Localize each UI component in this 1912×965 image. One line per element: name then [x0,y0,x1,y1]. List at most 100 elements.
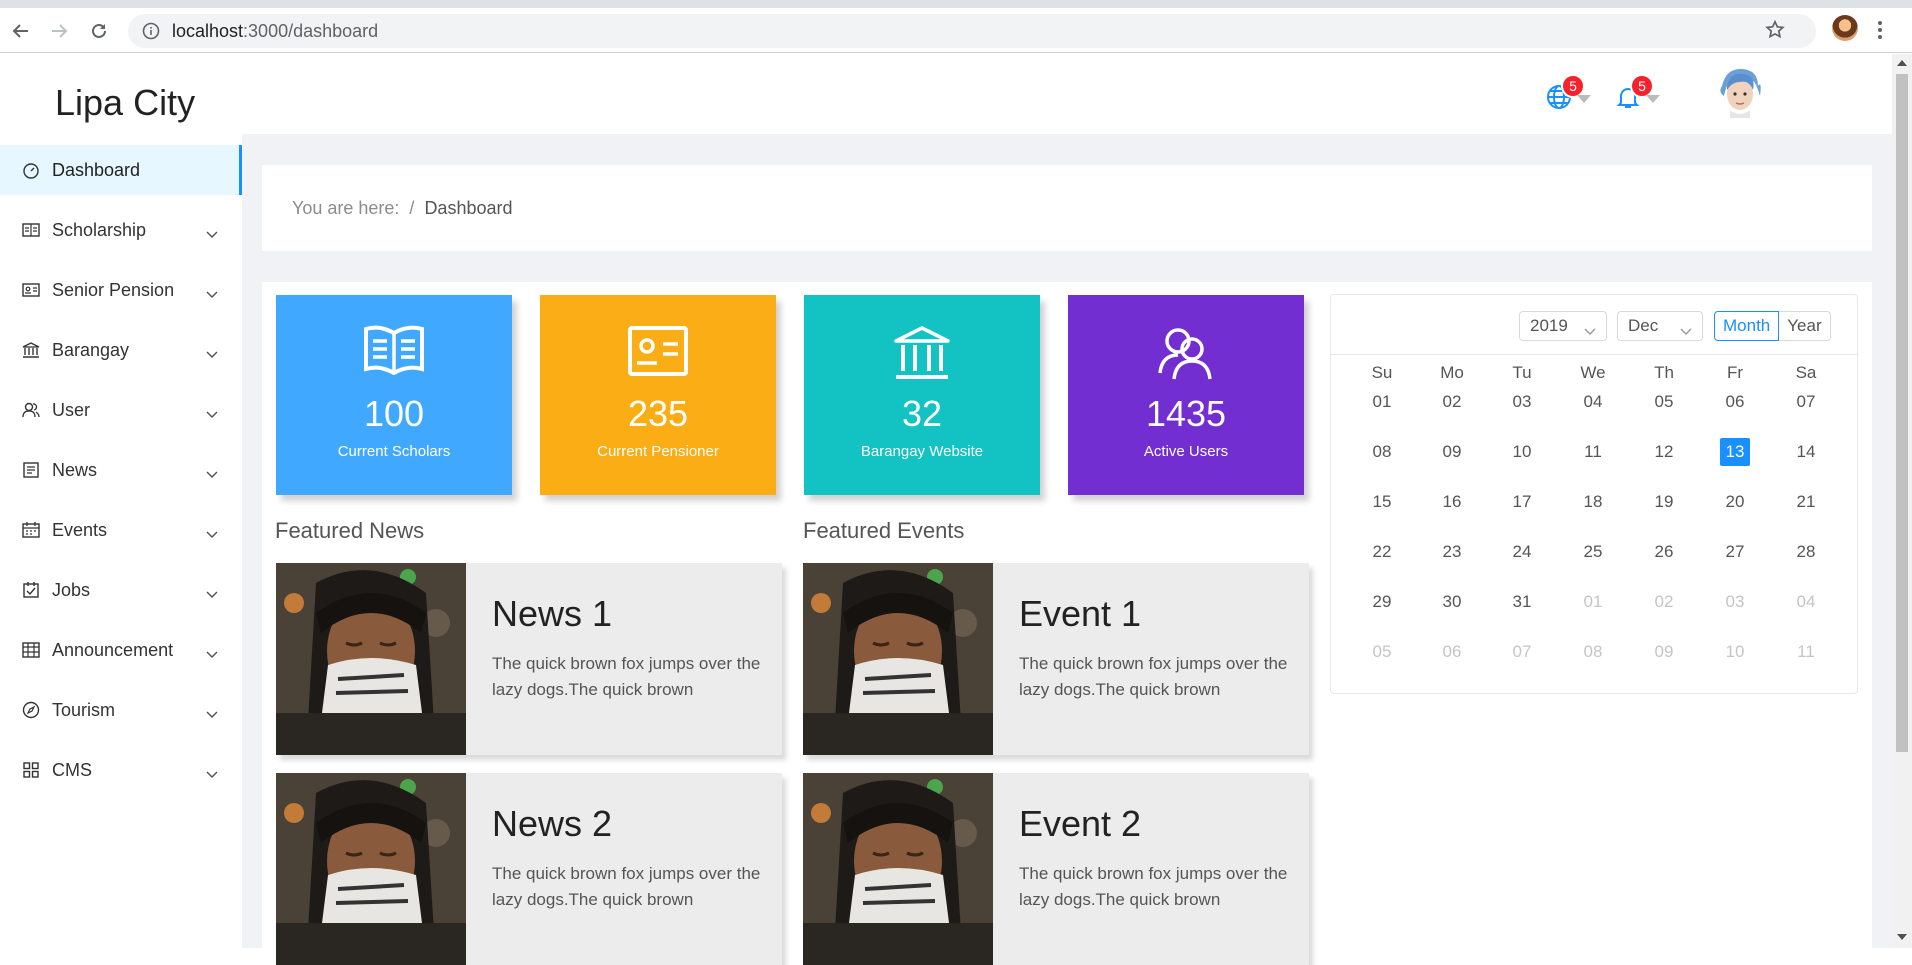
year-select[interactable]: 2019 [1519,311,1607,341]
chevron-down-icon [1584,321,1596,341]
calendar-day[interactable]: 18 [1578,488,1608,516]
calendar-day[interactable]: 01 [1578,588,1608,616]
calendar-day[interactable]: 03 [1507,388,1537,416]
page-scrollbar[interactable] [1892,54,1912,948]
sidebar-item-barangay[interactable]: Barangay [0,325,242,375]
news-card-2[interactable]: News 2 The quick brown fox jumps over th… [276,773,782,965]
scroll-up-icon[interactable] [1897,60,1907,66]
calendar-day[interactable]: 30 [1437,588,1467,616]
calendar-weekday: Fr [1726,363,1744,382]
user-avatar[interactable] [1716,66,1764,118]
event-image [803,563,993,755]
calendar-day[interactable]: 10 [1507,438,1537,466]
calendar-day[interactable]: 31 [1507,588,1537,616]
calendar-day[interactable]: 27 [1720,538,1750,566]
calendar-weekday: We [1580,363,1606,382]
bell-caret-icon[interactable] [1646,95,1660,103]
calendar-day[interactable]: 05 [1649,388,1679,416]
scroll-down-icon[interactable] [1897,934,1907,940]
calendar-day[interactable]: 06 [1720,388,1750,416]
calendar-day[interactable]: 02 [1437,388,1467,416]
grid-icon [22,761,40,779]
calendar-day[interactable]: 20 [1720,488,1750,516]
address-bar[interactable]: localhost:3000/dashboard [128,14,1816,48]
sidebar-item-label: Events [52,519,108,540]
sidebar-item-label: News [52,459,98,480]
calendar-day[interactable]: 10 [1720,638,1750,666]
calendar-day[interactable]: 03 [1720,588,1750,616]
stat-card-barangay[interactable]: 32 Barangay Website [804,295,1040,495]
calendar-day[interactable]: 06 [1437,638,1467,666]
month-select-value: Dec [1628,316,1659,335]
calendar-day[interactable]: 21 [1791,488,1821,516]
sidebar-item-events[interactable]: Events [0,505,242,555]
calendar-day[interactable]: 12 [1649,438,1679,466]
calendar-day[interactable]: 23 [1437,538,1467,566]
sidebar-item-user[interactable]: User [0,385,242,435]
app-header: Lipa City 5 5 [0,54,1892,134]
jobs-icon [22,581,40,599]
calendar-day[interactable]: 01 [1367,388,1397,416]
stat-card-active-users[interactable]: 1435 Active Users [1068,295,1304,495]
info-icon[interactable] [142,22,160,40]
bank-icon [893,325,951,386]
calendar-day[interactable]: 28 [1791,538,1821,566]
sidebar-item-announcement[interactable]: Announcement [0,625,242,675]
calendar-day[interactable]: 26 [1649,538,1679,566]
calendar-day[interactable]: 05 [1367,638,1397,666]
reload-icon [92,23,106,38]
forward-button[interactable] [46,18,72,44]
calendar-day[interactable]: 04 [1791,588,1821,616]
scrollbar-thumb[interactable] [1896,74,1908,752]
sidebar-item-jobs[interactable]: Jobs [0,565,242,615]
calendar-day[interactable]: 24 [1507,538,1537,566]
calendar-day[interactable]: 25 [1578,538,1608,566]
bookmark-star-icon[interactable] [1764,19,1786,46]
stat-card-scholars[interactable]: 100 Current Scholars [276,295,512,495]
calendar-weekday: Sa [1795,363,1817,382]
sidebar-item-tourism[interactable]: Tourism [0,685,242,735]
calendar-day[interactable]: 29 [1367,588,1397,616]
event-title: Event 2 [1019,803,1142,844]
browser-profile-avatar[interactable] [1832,15,1858,41]
back-button[interactable] [8,18,34,44]
mode-month-button[interactable]: Month [1714,311,1780,341]
calendar-day[interactable]: 02 [1649,588,1679,616]
calendar-day[interactable]: 07 [1791,388,1821,416]
calendar-day-selected[interactable]: 13 [1720,438,1750,466]
globe-caret-icon[interactable] [1577,95,1591,103]
browser-menu-icon[interactable] [1878,21,1884,42]
mode-year-button[interactable]: Year [1779,311,1831,341]
calendar-day[interactable]: 16 [1437,488,1467,516]
browser-toolbar: localhost:3000/dashboard [0,8,1912,53]
calendar-day[interactable]: 15 [1367,488,1397,516]
chevron-down-icon [206,643,218,664]
calendar-day[interactable]: 08 [1367,438,1397,466]
calendar-day[interactable]: 17 [1507,488,1537,516]
calendar-day[interactable]: 11 [1791,638,1821,666]
calendar-day[interactable]: 08 [1578,638,1608,666]
sidebar-item-dashboard[interactable]: Dashboard [0,145,242,195]
chevron-down-icon [206,283,218,304]
sidebar-item-label: Tourism [52,699,116,720]
month-select[interactable]: Dec [1617,311,1703,341]
calendar-day[interactable]: 19 [1649,488,1679,516]
calendar-day[interactable]: 07 [1507,638,1537,666]
sidebar-item-scholarship[interactable]: Scholarship [0,205,242,255]
calendar-day[interactable]: 09 [1437,438,1467,466]
event-card-2[interactable]: Event 2 The quick brown fox jumps over t… [803,773,1309,965]
calendar-day[interactable]: 22 [1367,538,1397,566]
calendar-day[interactable]: 04 [1578,388,1608,416]
sidebar-item-senior-pension[interactable]: Senior Pension [0,265,242,315]
calendar-day[interactable]: 09 [1649,638,1679,666]
breadcrumb-current[interactable]: Dashboard [424,198,512,219]
stat-card-pensioner[interactable]: 235 Current Pensioner [540,295,776,495]
news-card-1[interactable]: News 1 The quick brown fox jumps over th… [276,563,782,755]
event-card-1[interactable]: Event 1 The quick brown fox jumps over t… [803,563,1309,755]
calendar-day[interactable]: 11 [1578,438,1608,466]
sidebar-item-label: Scholarship [52,219,147,240]
reload-button[interactable] [86,18,112,44]
calendar-day[interactable]: 14 [1791,438,1821,466]
sidebar-item-news[interactable]: News [0,445,242,495]
sidebar-item-cms[interactable]: CMS [0,745,242,795]
